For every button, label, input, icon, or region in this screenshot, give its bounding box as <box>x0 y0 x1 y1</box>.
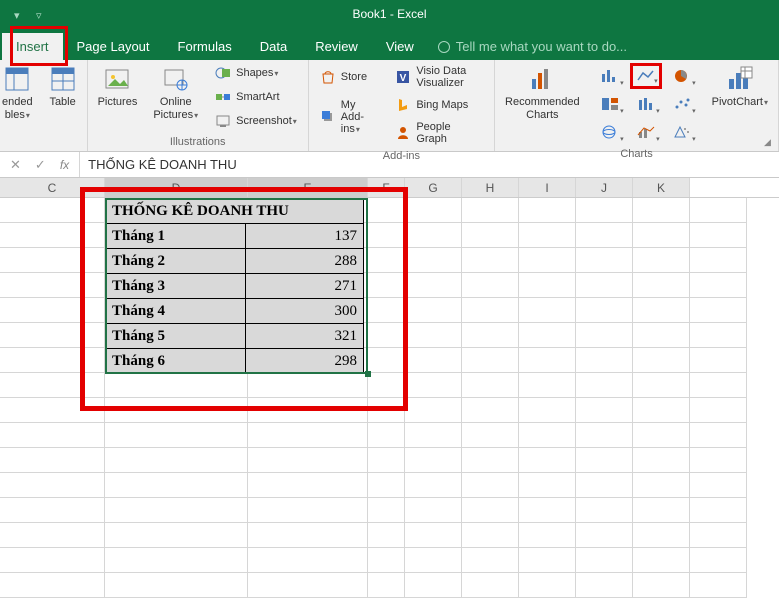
column-chart-button[interactable] <box>594 63 626 89</box>
table-title[interactable]: THỐNG KÊ DOANH THU <box>106 199 364 224</box>
pictures-button[interactable]: Pictures <box>96 63 140 109</box>
tab-view[interactable]: View <box>372 33 428 60</box>
illustrations-group-label: Illustrations <box>96 133 300 151</box>
title-bar: ▾ ▿ Book1 - Excel <box>0 0 779 28</box>
online-pictures-label: Online Pictures <box>153 96 198 121</box>
spreadsheet-grid[interactable]: C D E F G H I J K // generate blank rows… <box>0 178 779 198</box>
data-table[interactable]: THỐNG KÊ DOANH THU Tháng 1137 Tháng 2288… <box>105 198 364 374</box>
smartart-label: SmartArt <box>236 91 279 103</box>
table-row: Tháng 1137 <box>106 224 364 249</box>
tell-me-search[interactable]: Tell me what you want to do... <box>428 33 637 60</box>
ribbon-tabs: Insert Page Layout Formulas Data Review … <box>0 28 779 60</box>
svg-text:V: V <box>400 73 407 84</box>
shapes-button[interactable]: Shapes <box>212 63 300 83</box>
addins-group-label: Add-ins <box>317 147 486 165</box>
pictures-icon <box>103 65 131 93</box>
hierarchy-chart-button[interactable] <box>594 91 626 117</box>
col-header[interactable]: D <box>105 178 248 197</box>
visio-button[interactable]: V Visio Data Visualizer <box>392 63 486 91</box>
pivot-table-icon <box>3 65 31 93</box>
ribbon: ended bles Table Pictures <box>0 60 779 152</box>
app-title: Book1 - Excel <box>352 7 426 21</box>
shapes-icon <box>215 65 231 81</box>
map-chart-button[interactable] <box>594 119 626 145</box>
col-header[interactable]: C <box>0 178 105 197</box>
scatter-chart-button[interactable] <box>666 91 698 117</box>
table-button[interactable]: Table <box>47 63 79 109</box>
col-header[interactable]: F <box>368 178 405 197</box>
smartart-button[interactable]: SmartArt <box>212 87 300 107</box>
my-addins-button[interactable]: My Add-ins <box>317 97 381 137</box>
recommended-pivot-button[interactable]: ended bles <box>0 63 35 121</box>
enter-icon[interactable]: ✓ <box>35 157 46 173</box>
visio-label: Visio Data Visualizer <box>416 65 483 89</box>
tab-review[interactable]: Review <box>301 33 372 60</box>
bing-maps-button[interactable]: Bing Maps <box>392 95 486 115</box>
my-addins-label: My Add-ins <box>341 99 378 135</box>
visio-icon: V <box>395 69 411 85</box>
surface-chart-button[interactable] <box>666 119 698 145</box>
fx-icon[interactable]: fx <box>60 158 69 172</box>
pivotchart-button[interactable]: PivotChart <box>710 63 770 109</box>
selection-handle[interactable] <box>365 371 371 377</box>
table-row: Tháng 2288 <box>106 249 364 274</box>
smartart-icon <box>215 89 231 105</box>
qat-more-icon[interactable]: ▾ <box>14 9 24 19</box>
online-pictures-icon <box>162 65 190 93</box>
shapes-label: Shapes <box>236 67 278 79</box>
pivotchart-icon <box>726 65 754 93</box>
bing-label: Bing Maps <box>416 99 468 111</box>
recommended-charts-button[interactable]: Recommended Charts <box>503 63 582 121</box>
col-header[interactable]: J <box>576 178 633 197</box>
charts-dialog-launcher[interactable]: ◢ <box>764 137 776 149</box>
recommended-charts-icon <box>528 65 556 93</box>
tell-me-label: Tell me what you want to do... <box>456 39 627 54</box>
people-graph-button[interactable]: People Graph <box>392 119 486 147</box>
combo-chart-button[interactable] <box>630 119 662 145</box>
people-graph-icon <box>395 125 411 141</box>
online-pictures-button[interactable]: Online Pictures <box>151 63 200 121</box>
table-label: Table <box>49 96 75 109</box>
screenshot-button[interactable]: Screenshot <box>212 111 300 131</box>
tab-formulas[interactable]: Formulas <box>164 33 246 60</box>
table-row: Tháng 3271 <box>106 274 364 299</box>
col-header[interactable]: I <box>519 178 576 197</box>
store-icon <box>320 69 336 85</box>
col-header[interactable]: H <box>462 178 519 197</box>
col-header[interactable]: E <box>248 178 368 197</box>
screenshot-label: Screenshot <box>236 115 297 127</box>
charts-group-label: Charts <box>503 145 770 163</box>
pie-chart-button[interactable] <box>666 63 698 89</box>
table-icon <box>49 65 77 93</box>
col-header[interactable]: G <box>405 178 462 197</box>
lightbulb-icon <box>438 41 450 53</box>
recommended-pivot-label: ended bles <box>2 96 33 121</box>
column-headers: C D E F G H I J K <box>0 178 779 198</box>
tab-page-layout[interactable]: Page Layout <box>63 33 164 60</box>
bing-icon <box>395 97 411 113</box>
table-row: Tháng 4300 <box>106 299 364 324</box>
recommended-charts-label: Recommended Charts <box>505 96 580 121</box>
tab-data[interactable]: Data <box>246 33 301 60</box>
table-row: Tháng 6298 <box>106 349 364 374</box>
pictures-label: Pictures <box>98 96 138 109</box>
qat-dropdown-icon[interactable]: ▿ <box>36 9 46 19</box>
statistic-chart-button[interactable] <box>630 91 662 117</box>
store-label: Store <box>341 71 367 83</box>
store-button[interactable]: Store <box>317 67 381 87</box>
line-chart-button[interactable] <box>630 63 662 89</box>
pivotchart-label: PivotChart <box>712 96 768 109</box>
col-header[interactable]: K <box>633 178 690 197</box>
addins-icon <box>320 109 336 125</box>
table-row: Tháng 5321 <box>106 324 364 349</box>
cancel-icon[interactable]: ✕ <box>10 157 21 173</box>
screenshot-icon <box>215 113 231 129</box>
people-graph-label: People Graph <box>416 121 483 145</box>
tab-insert[interactable]: Insert <box>2 33 63 60</box>
